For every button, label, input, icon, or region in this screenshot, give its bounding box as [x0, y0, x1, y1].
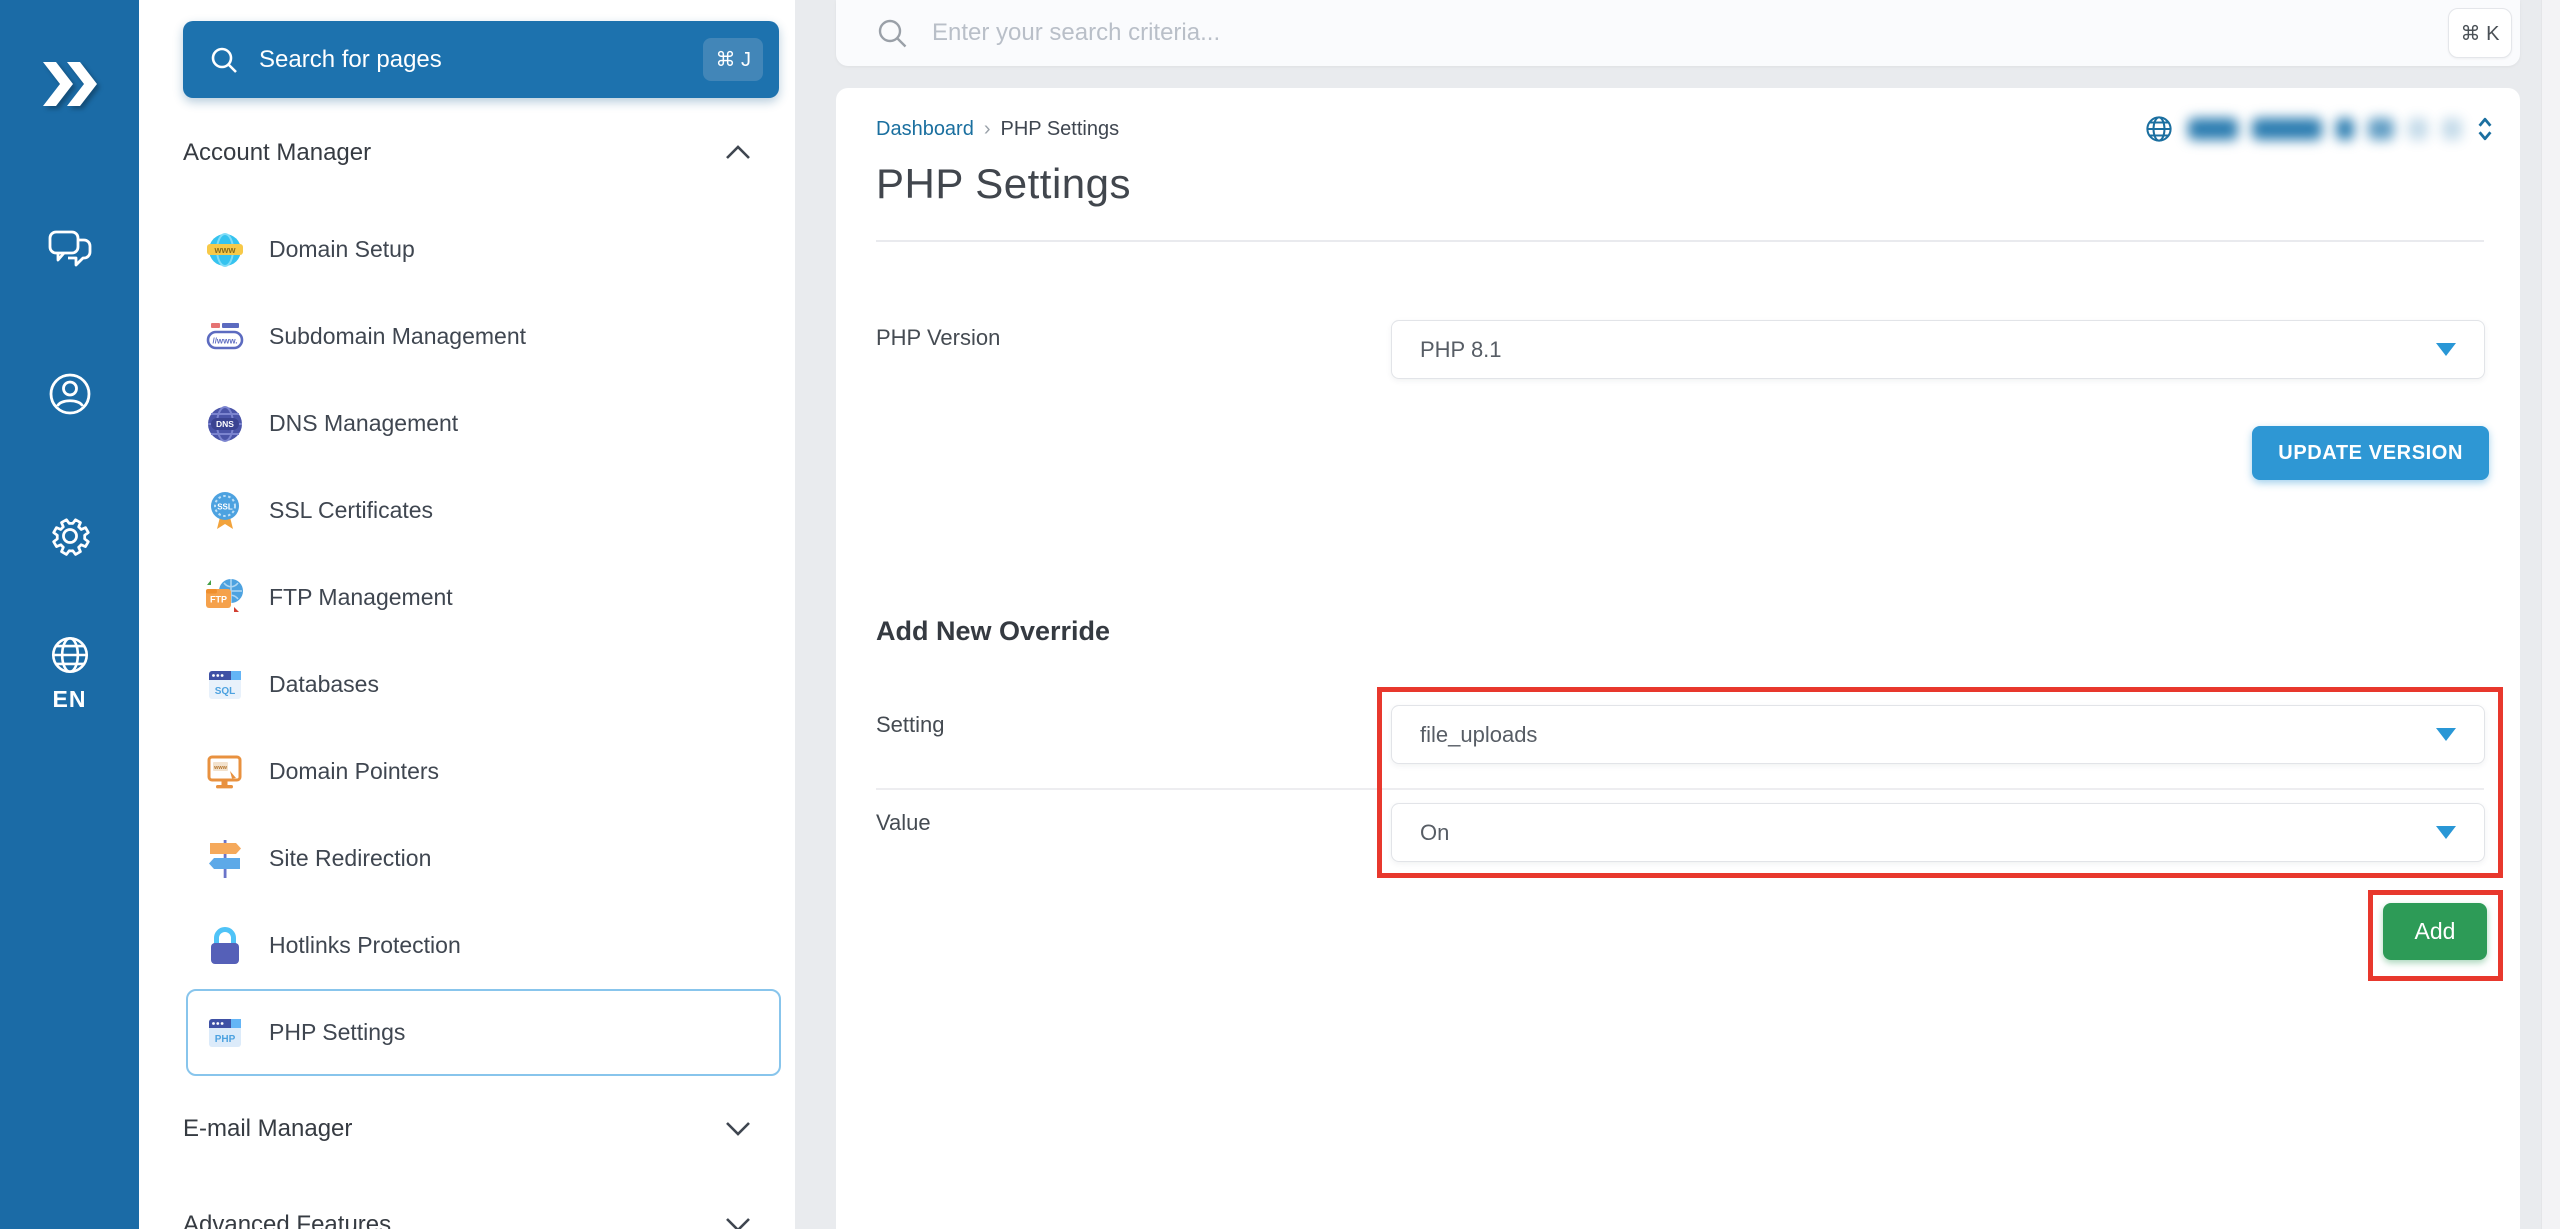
chevron-down-icon	[726, 1218, 750, 1229]
brand-logo-icon[interactable]	[37, 58, 103, 115]
add-new-override-heading: Add New Override	[876, 616, 1111, 646]
redacted-account-text	[2368, 118, 2394, 140]
globe-icon	[2146, 116, 2172, 142]
global-search-bar[interactable]: Enter your search criteria... ⌘ K	[836, 0, 2520, 66]
php-version-label: PHP Version	[876, 325, 1001, 350]
breadcrumb-dashboard-link[interactable]: Dashboard	[876, 118, 974, 141]
domain-setup-icon: www	[207, 232, 243, 267]
content-card: Dashboard › PHP Settings PHP Settings PH…	[836, 88, 2520, 1229]
sidebar-section-advanced-features[interactable]: Advanced Features	[183, 1202, 751, 1229]
sidebar-section-email-manager[interactable]: E-mail Manager	[183, 1106, 751, 1151]
sidebar-item-php-settings[interactable]: PHP PHP Settings	[186, 989, 781, 1076]
sidebar-item-domain-pointers[interactable]: www Domain Pointers	[139, 728, 795, 815]
sidebar: Search for pages ⌘ J Account Manager www…	[139, 0, 795, 1229]
sidebar-menu: www Domain Setup //www. Subdomain Manage…	[139, 206, 795, 1076]
sidebar-item-subdomain-management[interactable]: //www. Subdomain Management	[139, 293, 795, 380]
annotation-highlight-add-button	[2368, 890, 2503, 981]
title-divider	[876, 240, 2484, 242]
item-label: Site Redirection	[269, 845, 432, 871]
chevron-up-icon	[726, 145, 750, 159]
svg-text:www: www	[213, 765, 228, 771]
redacted-account-text	[2188, 118, 2238, 140]
item-label: PHP Settings	[269, 1019, 406, 1045]
redacted-account-text	[2252, 118, 2322, 140]
sidebar-section-account-manager[interactable]: Account Manager	[183, 130, 751, 175]
sidebar-item-ssl-certificates[interactable]: SSL SSL Certificates	[139, 467, 795, 554]
app-window: EN Search for pages ⌘ J Account Manager …	[0, 0, 2560, 1229]
section-label: E-mail Manager	[183, 1114, 353, 1142]
domain-pointers-icon: www	[207, 755, 242, 788]
sidebar-search-input[interactable]: Search for pages ⌘ J	[183, 21, 779, 98]
item-label: Domain Setup	[269, 236, 415, 262]
domain-account-selector[interactable]	[2144, 114, 2494, 144]
setting-label: Setting	[876, 712, 945, 737]
redacted-account-text	[2336, 118, 2354, 140]
global-search-placeholder: Enter your search criteria...	[932, 19, 1221, 46]
caret-down-icon	[2436, 343, 2456, 356]
item-label: Hotlinks Protection	[269, 932, 461, 958]
item-label: Domain Pointers	[269, 758, 440, 784]
search-icon	[211, 47, 237, 73]
php-version-value: PHP 8.1	[1420, 336, 1502, 362]
subdomain-management-icon: //www.	[206, 322, 244, 349]
page-title: PHP Settings	[876, 160, 1132, 207]
php-version-dropdown[interactable]: PHP 8.1	[1391, 320, 2485, 379]
settings-gear-icon[interactable]	[46, 512, 94, 565]
ftp-management-icon: FTP	[206, 578, 243, 612]
item-label: DNS Management	[269, 410, 459, 436]
item-label: Databases	[269, 671, 379, 697]
svg-text://www.: //www.	[212, 336, 237, 345]
value-label: Value	[876, 810, 931, 835]
support-chat-icon[interactable]	[46, 228, 94, 279]
breadcrumb-separator: ›	[983, 118, 991, 140]
sidebar-item-site-redirection[interactable]: Site Redirection	[139, 815, 795, 902]
redacted-account-text	[2442, 118, 2462, 140]
main-area: Enter your search criteria... ⌘ K Dashbo…	[795, 0, 2542, 1229]
global-search-shortcut-badge: ⌘ K	[2448, 8, 2512, 58]
icon-rail: EN	[0, 0, 139, 1229]
annotation-highlight-fields	[1377, 687, 2503, 878]
sidebar-item-domain-setup[interactable]: www Domain Setup	[139, 206, 795, 293]
databases-icon: SQL	[209, 670, 241, 699]
item-label: Subdomain Management	[269, 323, 526, 349]
account-icon[interactable]	[46, 370, 94, 423]
sidebar-item-dns-management[interactable]: DNS DNS Management	[139, 380, 795, 467]
sidebar-item-databases[interactable]: SQL Databases	[139, 641, 795, 728]
section-label: Advanced Features	[183, 1210, 392, 1229]
redacted-account-text	[2408, 118, 2428, 140]
svg-text:DNS: DNS	[216, 419, 234, 429]
page-scrollbar[interactable]	[2541, 0, 2560, 1229]
sidebar-item-hotlinks-protection[interactable]: Hotlinks Protection	[139, 902, 795, 989]
svg-text:www: www	[213, 245, 236, 255]
svg-text:PHP: PHP	[215, 1034, 236, 1045]
svg-text:SSL: SSL	[217, 502, 233, 511]
dns-management-icon: DNS	[208, 405, 242, 442]
sidebar-search-placeholder: Search for pages	[259, 45, 442, 73]
breadcrumb: Dashboard › PHP Settings	[876, 118, 1119, 141]
sidebar-item-ftp-management[interactable]: FTP FTP Management	[139, 554, 795, 641]
section-label: Account Manager	[183, 138, 372, 166]
hotlinks-protection-icon	[211, 926, 239, 964]
search-icon	[878, 19, 907, 48]
breadcrumb-current: PHP Settings	[1000, 118, 1120, 140]
svg-text:SQL: SQL	[215, 686, 236, 697]
svg-text:FTP: FTP	[210, 594, 227, 604]
chevron-down-icon	[726, 1122, 750, 1136]
language-code-label[interactable]: EN	[53, 686, 87, 713]
sidebar-search-shortcut-badge: ⌘ J	[703, 38, 763, 81]
select-up-down-icon	[2478, 117, 2492, 141]
site-redirection-icon	[209, 839, 241, 878]
php-settings-icon: PHP	[209, 1018, 241, 1047]
update-version-button[interactable]: UPDATE VERSION	[2252, 426, 2489, 480]
item-label: SSL Certificates	[269, 497, 434, 523]
ssl-certificates-icon: SSL	[211, 491, 239, 529]
item-label: FTP Management	[269, 584, 453, 610]
language-globe-icon[interactable]	[47, 632, 93, 683]
